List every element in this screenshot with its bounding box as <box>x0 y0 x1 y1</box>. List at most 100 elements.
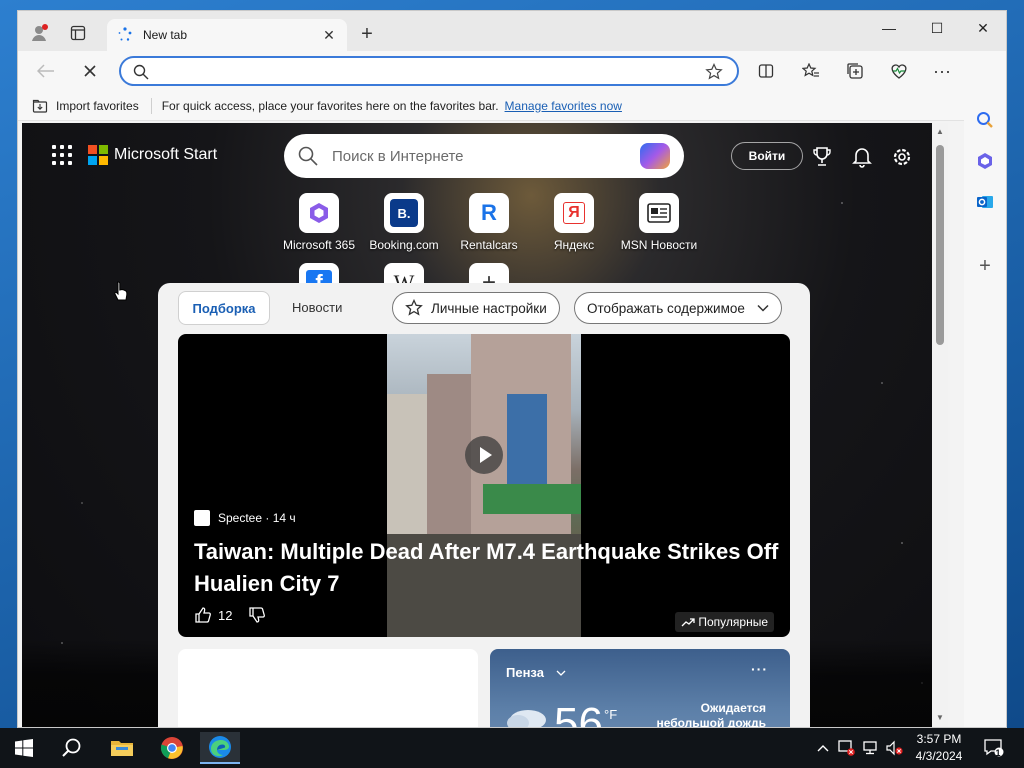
taskbar-edge[interactable] <box>200 732 240 764</box>
close-tab-icon[interactable]: ✕ <box>321 27 337 44</box>
sidebar-search-button[interactable] <box>972 107 998 133</box>
chrome-icon <box>160 737 183 759</box>
quick-link-rentalcars[interactable]: R Rentalcars <box>444 193 534 252</box>
network-tray-button[interactable] <box>860 728 882 768</box>
edge-icon <box>209 736 231 758</box>
taskbar: 3:57 PM 4/3/2024 1 <box>0 728 1024 768</box>
windows-logo-icon <box>15 739 33 757</box>
minimize-button[interactable]: — <box>874 17 904 39</box>
action-center-button[interactable]: 1 <box>980 728 1008 768</box>
scroll-thumb[interactable] <box>936 145 944 345</box>
trophy-icon <box>813 147 831 166</box>
booking-icon: B. <box>384 193 424 233</box>
brand-title[interactable]: Microsoft Start <box>114 146 217 164</box>
search-placeholder: Поиск в Интернете <box>332 147 464 165</box>
gear-icon <box>893 148 911 166</box>
system-clock[interactable]: 3:57 PM 4/3/2024 <box>906 731 972 765</box>
notifications-button[interactable] <box>850 145 874 169</box>
web-search-box[interactable]: Поиск в Интернете <box>284 134 684 178</box>
tab-actions-button[interactable] <box>64 21 92 45</box>
sidebar-copilot-button[interactable] <box>972 148 998 174</box>
hero-news-card[interactable]: Spectee · 14 ч Taiwan: Multiple Dead Aft… <box>178 334 790 637</box>
sidebar-outlook-button[interactable] <box>972 189 998 215</box>
favorite-star-icon[interactable] <box>705 63 723 81</box>
tab-title: New tab <box>143 28 188 42</box>
tab-new-tab[interactable]: New tab ✕ <box>107 19 347 51</box>
personalize-star-icon <box>405 299 423 316</box>
sidebar-add-button[interactable]: + <box>972 253 998 279</box>
feed-tabs: Подборка Новости Личные настройки Отобра… <box>178 291 790 327</box>
taskbar-chrome[interactable] <box>152 732 192 764</box>
quick-link-microsoft-365[interactable]: Microsoft 365 <box>274 193 364 252</box>
microsoft-365-icon <box>299 193 339 233</box>
copilot-icon[interactable] <box>640 143 670 169</box>
close-window-button[interactable]: ✕ <box>968 17 998 39</box>
stop-loading-button[interactable] <box>77 59 103 83</box>
hero-headline[interactable]: Taiwan: Multiple Dead After M7.4 Earthqu… <box>194 536 784 600</box>
spectee-logo-icon <box>194 510 210 526</box>
browser-essentials-button[interactable] <box>886 59 912 83</box>
manage-favorites-link[interactable]: Manage favorites now <box>505 99 622 113</box>
trending-arrow-icon <box>681 618 696 627</box>
profile-button[interactable] <box>26 21 54 45</box>
clock-date: 4/3/2024 <box>915 749 963 763</box>
display-content-dropdown[interactable]: Отображать содержимое <box>574 292 782 324</box>
app-launcher-icon[interactable] <box>52 145 72 165</box>
start-button[interactable] <box>4 732 44 764</box>
browser-window: New tab ✕ + — ☐ ✕ ··· Import favorites F… <box>17 10 1007 728</box>
msn-news-icon <box>639 193 679 233</box>
settings-more-button[interactable]: ··· <box>929 59 955 83</box>
quick-link-label: Яндекс <box>553 238 595 252</box>
weather-city-dropdown[interactable]: Пенза <box>506 665 566 680</box>
news-card-placeholder[interactable] <box>178 649 478 727</box>
maximize-button[interactable]: ☐ <box>922 17 952 39</box>
quick-link-booking[interactable]: B. Booking.com <box>359 193 449 252</box>
rentalcars-icon: R <box>469 193 509 233</box>
favbar-divider <box>150 97 152 114</box>
trending-label: Популярные <box>698 615 768 629</box>
play-video-button[interactable] <box>465 436 503 474</box>
hand-cursor-icon <box>114 281 128 301</box>
thumbs-up-icon[interactable] <box>194 606 212 624</box>
collections-button[interactable] <box>842 59 868 83</box>
weather-more-icon[interactable]: ··· <box>751 661 768 677</box>
weather-description: Ожидается небольшой дождь в течение <box>656 701 766 728</box>
quick-link-label: Rentalcars <box>460 238 518 252</box>
personalize-button[interactable]: Личные настройки <box>392 292 560 324</box>
import-favorites-icon <box>32 99 48 113</box>
sign-in-button[interactable]: Войти <box>731 142 803 170</box>
scroll-down-arrow-icon[interactable]: ▼ <box>935 713 945 725</box>
security-alert-icon <box>838 740 855 756</box>
tab-news[interactable]: Новости <box>292 300 342 315</box>
split-screen-icon <box>758 64 774 78</box>
back-button[interactable] <box>33 59 59 83</box>
volume-tray-button[interactable] <box>884 728 906 768</box>
tab-strip: New tab ✕ + — ☐ ✕ <box>18 11 1006 51</box>
thumbs-down-icon[interactable] <box>248 606 266 624</box>
weather-card[interactable]: Пенза ··· 56 °F Ожидается небольшой дожд… <box>490 649 790 728</box>
quick-link-yandex[interactable]: Я Яндекс <box>529 193 619 252</box>
favorites-button[interactable] <box>798 59 824 83</box>
tab-podborka[interactable]: Подборка <box>178 291 270 325</box>
taskbar-file-explorer[interactable] <box>102 732 142 764</box>
show-hidden-icons-button[interactable] <box>814 728 832 768</box>
scroll-up-arrow-icon[interactable]: ▲ <box>935 127 945 139</box>
split-screen-button[interactable] <box>753 59 779 83</box>
security-tray-button[interactable] <box>836 728 858 768</box>
import-favorites-label: Import favorites <box>56 98 139 113</box>
page-settings-button[interactable] <box>890 145 914 169</box>
quick-link-msn-news[interactable]: MSN Новости <box>614 193 704 252</box>
plus-icon: + <box>979 254 991 277</box>
page-scrollbar[interactable]: ▲ ▼ <box>932 123 948 727</box>
address-input[interactable] <box>155 62 695 82</box>
new-tab-button[interactable]: + <box>355 23 379 47</box>
bell-icon <box>852 148 872 168</box>
stop-icon <box>84 65 96 77</box>
weather-unit: °F <box>604 707 618 722</box>
address-bar[interactable] <box>119 56 739 86</box>
taskbar-search-button[interactable] <box>52 732 92 764</box>
rewards-button[interactable] <box>810 145 834 169</box>
collections-icon <box>847 63 863 79</box>
rain-cloud-icon <box>507 710 546 727</box>
import-favorites-button[interactable]: Import favorites <box>32 99 139 113</box>
